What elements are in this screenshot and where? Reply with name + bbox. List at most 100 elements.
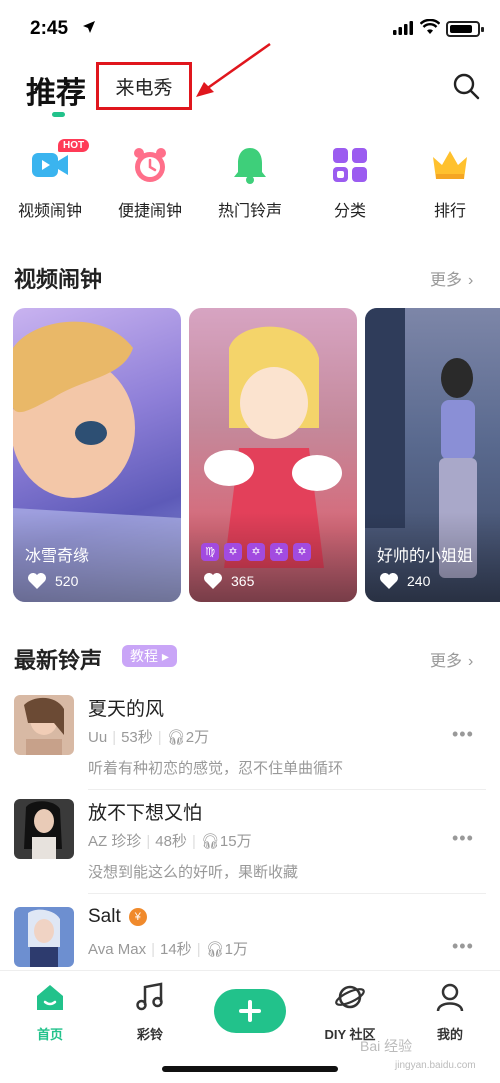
annotation-arrow-icon: [196, 42, 271, 97]
ringtone-title: 放不下想又怕: [88, 798, 202, 825]
nav-ringback[interactable]: 彩铃: [110, 981, 190, 1043]
ringtone-title-text: 放不下想又怕: [88, 803, 203, 824]
nav-label: 彩铃: [136, 1027, 163, 1042]
search-icon[interactable]: [452, 72, 480, 100]
video-card-likes: 240: [379, 572, 430, 590]
ringtone-title: 夏天的风: [88, 694, 164, 721]
location-arrow-icon: [83, 21, 95, 33]
video-carousel[interactable]: 冰雪奇缘 520 ♍ ✡ ✡ ✡ ✡ 365 好帅的小姐姐 240: [0, 308, 500, 602]
headphones-icon: 🎧︎: [205, 941, 225, 958]
add-button[interactable]: [214, 989, 286, 1033]
list-item[interactable]: 夏天的风 Uu | 53秒 | 🎧︎2万 听着有种初恋的感觉，忍不住单曲循环 •••: [0, 680, 500, 790]
list-item[interactable]: 放不下想又怕 AZ 珍珍 | 48秒 | 🎧︎15万 没想到能这么的好听，果断收藏 ••…: [0, 784, 500, 894]
ringtone-artist: Ava Max: [88, 941, 147, 958]
status-time: 2:45: [30, 18, 69, 39]
more-options-icon[interactable]: •••: [452, 936, 474, 957]
ringtone-title: Salt ¥: [88, 906, 147, 928]
nav-label: 首页: [36, 1027, 63, 1042]
quick-action-video-alarm[interactable]: HOT 视频闹钟: [0, 139, 100, 221]
ringtone-duration: 53秒: [121, 729, 153, 746]
plus-icon: [239, 1000, 261, 1022]
likes-count: 365: [231, 573, 255, 589]
bell-icon: [234, 148, 266, 184]
quick-action-label: 便捷闹钟: [117, 203, 182, 220]
ringtone-duration: 14秒: [160, 941, 192, 958]
wifi-icon: [420, 19, 440, 34]
watermark: Bai 经验: [360, 1038, 413, 1054]
tag-chip: ✡: [247, 543, 265, 561]
video-more-link[interactable]: 更多 ›: [430, 266, 473, 290]
nav-profile[interactable]: 我的: [410, 981, 490, 1043]
video-card[interactable]: 冰雪奇缘 520: [13, 308, 181, 602]
quick-action-category[interactable]: 分类: [300, 140, 400, 221]
more-options-icon[interactable]: •••: [452, 724, 474, 745]
video-card-likes: 520: [27, 572, 78, 590]
video-section-title: 视频闹钟: [14, 267, 103, 292]
tab-callshow[interactable]: 来电秀: [96, 62, 192, 110]
play-triangle-icon: ▸: [161, 648, 169, 664]
chevron-right-icon: ›: [468, 272, 474, 289]
tutorial-label: 教程: [130, 648, 158, 664]
ringtone-plays: 2万: [185, 729, 210, 746]
quick-action-label: 分类: [333, 203, 366, 220]
tag-chip: ✡: [224, 543, 242, 561]
ringtone-section-title: 最新铃声: [14, 648, 103, 673]
video-card-title: 好帅的小姐姐: [377, 548, 474, 565]
quick-action-label: 热门铃声: [217, 203, 282, 220]
ringtone-title-text: Salt: [88, 906, 121, 927]
ringtone-artist: AZ 珍珍: [88, 833, 142, 850]
chevron-right-icon: ›: [468, 653, 474, 670]
ringtone-title-text: 夏天的风: [88, 699, 165, 720]
vip-coin-icon: ¥: [128, 908, 147, 926]
video-card-likes: 365: [203, 572, 254, 590]
video-card-title: 冰雪奇缘: [25, 548, 90, 565]
quick-action-label: 视频闹钟: [17, 203, 82, 220]
more-label: 更多: [430, 653, 463, 670]
more-label: 更多: [430, 272, 463, 289]
nav-diy-community[interactable]: DIY 社区: [310, 981, 390, 1043]
quick-action-label: 排行: [433, 203, 466, 220]
tag-chip: ✡: [293, 543, 311, 561]
video-card[interactable]: ♍ ✡ ✡ ✡ ✡ 365: [189, 308, 357, 602]
header: 推荐 来电秀: [0, 42, 500, 120]
quick-action-hot-ringtones[interactable]: 热门铃声: [200, 140, 300, 221]
tag-chip: ♍: [201, 543, 219, 561]
tutorial-badge[interactable]: 教程 ▸: [122, 645, 177, 667]
more-options-icon[interactable]: •••: [452, 828, 474, 849]
quick-action-ranking[interactable]: 排行: [400, 140, 500, 221]
video-card[interactable]: 好帅的小姐姐 240: [365, 308, 500, 602]
alarm-clock-icon: [134, 148, 166, 182]
ringtone-cover: [14, 695, 74, 755]
video-card-tags: ♍ ✡ ✡ ✡ ✡: [201, 542, 316, 561]
headphones-icon: 🎧︎: [200, 833, 220, 850]
heart-icon: [380, 573, 398, 589]
nav-home[interactable]: 首页: [10, 981, 90, 1043]
headphones-icon: 🎧︎: [166, 729, 186, 746]
user-icon: [436, 983, 464, 1012]
ringtone-meta: Ava Max | 14秒 | 🎧︎1万: [88, 941, 248, 958]
signal-icon: [393, 21, 413, 35]
ringtone-plays: 15万: [219, 833, 252, 850]
quick-actions: HOT 视频闹钟 便捷闹钟 热门铃声 分类 排行: [0, 139, 500, 230]
hot-badge: HOT: [58, 139, 90, 152]
ringtone-desc: 听着有种初恋的感觉，忍不住单曲循环: [88, 760, 344, 777]
likes-count: 520: [55, 573, 79, 589]
ringtone-desc: 没想到能这么的好听，果断收藏: [88, 864, 299, 881]
heart-icon: [204, 573, 222, 589]
ringtone-cover: [14, 907, 74, 967]
music-note-icon: [136, 982, 163, 1011]
heart-icon: [28, 573, 46, 589]
home-icon: [37, 985, 63, 1010]
watermark-sub: jingyan.baidu.com: [395, 1060, 476, 1071]
ringtone-plays: 1万: [224, 941, 248, 958]
ringtone-more-link[interactable]: 更多 ›: [430, 647, 473, 671]
tab-callshow-label: 来电秀: [115, 77, 173, 99]
crown-icon: [433, 151, 467, 179]
ringtone-meta: Uu | 53秒 | 🎧︎2万: [88, 729, 210, 746]
tab-indicator: [52, 112, 65, 117]
ringtone-duration: 48秒: [155, 833, 187, 850]
tab-recommend[interactable]: 推荐: [26, 68, 86, 112]
quick-action-quick-alarm[interactable]: 便捷闹钟: [100, 140, 200, 221]
planet-icon: [335, 985, 365, 1009]
grid-icon: [333, 148, 367, 182]
